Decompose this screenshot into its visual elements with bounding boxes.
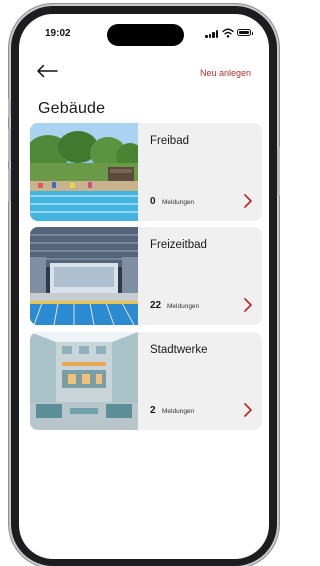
signal-icon (205, 30, 219, 38)
battery-icon (237, 29, 253, 36)
volume-up-button (8, 128, 11, 162)
building-name: Freizeitbad (150, 239, 207, 251)
atrium-building-image (30, 332, 138, 430)
top-nav: Neu anlegen (19, 58, 269, 84)
report-count: 22 (150, 300, 162, 311)
chevron-right-icon[interactable] (243, 193, 253, 209)
volume-down-button (8, 168, 11, 202)
status-time: 19:02 (45, 28, 71, 39)
building-card-stadtwerke[interactable]: Stadtwerke 2 Meldungen (30, 332, 262, 430)
status-bar: 19:02 (19, 14, 269, 58)
back-arrow-icon[interactable] (36, 64, 58, 78)
report-count-label: Meldungen (162, 408, 195, 415)
chevron-right-icon[interactable] (243, 297, 253, 313)
report-count-label: Meldungen (162, 199, 195, 206)
outdoor-pool-image (30, 123, 138, 221)
app-screen: 19:02 Neu anlegen Gebäude Freibad 0 Meld… (19, 14, 269, 559)
page-title: Gebäude (38, 100, 106, 117)
new-building-button[interactable]: Neu anlegen (200, 68, 251, 78)
power-button (277, 146, 280, 196)
side-button (8, 98, 11, 118)
chevron-right-icon[interactable] (243, 402, 253, 418)
indoor-pool-image (30, 227, 138, 325)
wifi-icon (222, 28, 234, 38)
building-name: Stadtwerke (150, 344, 208, 356)
building-card-freibad[interactable]: Freibad 0 Meldungen (30, 123, 262, 221)
building-card-freizeitbad[interactable]: Freizeitbad 22 Meldungen (30, 227, 262, 325)
dynamic-island (107, 24, 184, 46)
report-count: 2 (150, 405, 156, 416)
report-count-label: Meldungen (167, 303, 200, 310)
report-count: 0 (150, 196, 156, 207)
building-name: Freibad (150, 135, 189, 147)
